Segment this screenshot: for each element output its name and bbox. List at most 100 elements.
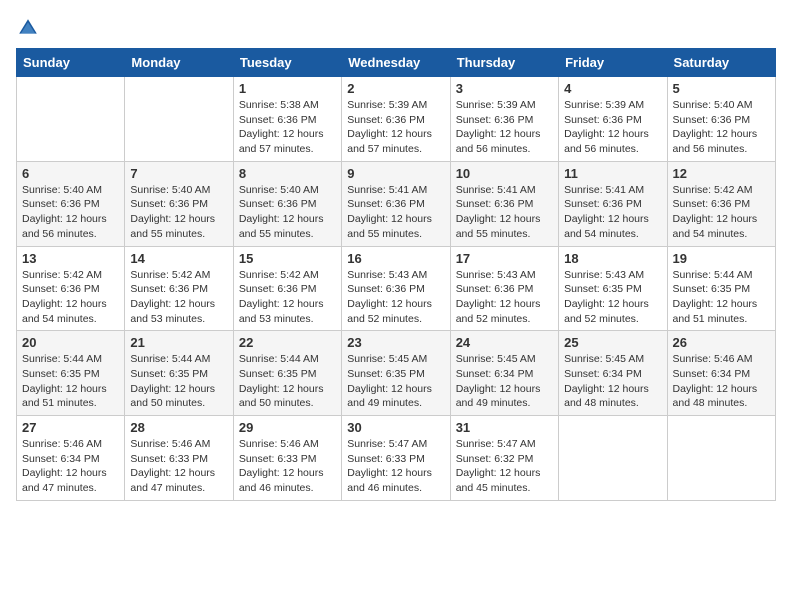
logo (16, 16, 44, 40)
day-number: 13 (22, 251, 119, 266)
day-number: 14 (130, 251, 227, 266)
day-info: Sunrise: 5:40 AMSunset: 6:36 PMDaylight:… (673, 99, 758, 155)
weekday-header-thursday: Thursday (450, 49, 558, 77)
day-info: Sunrise: 5:43 AMSunset: 6:35 PMDaylight:… (564, 269, 649, 325)
weekday-header-sunday: Sunday (17, 49, 125, 77)
calendar-cell: 30 Sunrise: 5:47 AMSunset: 6:33 PMDaylig… (342, 416, 450, 501)
logo-icon (16, 16, 40, 40)
calendar-cell: 6 Sunrise: 5:40 AMSunset: 6:36 PMDayligh… (17, 161, 125, 246)
weekday-header-tuesday: Tuesday (233, 49, 341, 77)
day-number: 19 (673, 251, 770, 266)
day-info: Sunrise: 5:39 AMSunset: 6:36 PMDaylight:… (564, 99, 649, 155)
day-number: 30 (347, 420, 444, 435)
day-info: Sunrise: 5:43 AMSunset: 6:36 PMDaylight:… (456, 269, 541, 325)
day-info: Sunrise: 5:45 AMSunset: 6:35 PMDaylight:… (347, 353, 432, 409)
calendar-cell: 24 Sunrise: 5:45 AMSunset: 6:34 PMDaylig… (450, 331, 558, 416)
weekday-header-wednesday: Wednesday (342, 49, 450, 77)
day-number: 5 (673, 81, 770, 96)
calendar-week-1: 1 Sunrise: 5:38 AMSunset: 6:36 PMDayligh… (17, 77, 776, 162)
day-info: Sunrise: 5:44 AMSunset: 6:35 PMDaylight:… (130, 353, 215, 409)
weekday-header-friday: Friday (559, 49, 667, 77)
day-info: Sunrise: 5:44 AMSunset: 6:35 PMDaylight:… (673, 269, 758, 325)
day-info: Sunrise: 5:47 AMSunset: 6:33 PMDaylight:… (347, 438, 432, 494)
header (16, 16, 776, 40)
day-info: Sunrise: 5:45 AMSunset: 6:34 PMDaylight:… (456, 353, 541, 409)
calendar-cell: 14 Sunrise: 5:42 AMSunset: 6:36 PMDaylig… (125, 246, 233, 331)
calendar-week-4: 20 Sunrise: 5:44 AMSunset: 6:35 PMDaylig… (17, 331, 776, 416)
calendar-cell: 3 Sunrise: 5:39 AMSunset: 6:36 PMDayligh… (450, 77, 558, 162)
day-number: 31 (456, 420, 553, 435)
calendar-cell: 28 Sunrise: 5:46 AMSunset: 6:33 PMDaylig… (125, 416, 233, 501)
calendar-cell (17, 77, 125, 162)
day-info: Sunrise: 5:46 AMSunset: 6:33 PMDaylight:… (130, 438, 215, 494)
day-number: 3 (456, 81, 553, 96)
day-info: Sunrise: 5:42 AMSunset: 6:36 PMDaylight:… (239, 269, 324, 325)
day-number: 1 (239, 81, 336, 96)
calendar-cell: 11 Sunrise: 5:41 AMSunset: 6:36 PMDaylig… (559, 161, 667, 246)
calendar-week-2: 6 Sunrise: 5:40 AMSunset: 6:36 PMDayligh… (17, 161, 776, 246)
calendar-cell: 19 Sunrise: 5:44 AMSunset: 6:35 PMDaylig… (667, 246, 775, 331)
day-number: 26 (673, 335, 770, 350)
weekday-header-monday: Monday (125, 49, 233, 77)
calendar-cell: 17 Sunrise: 5:43 AMSunset: 6:36 PMDaylig… (450, 246, 558, 331)
day-number: 4 (564, 81, 661, 96)
day-info: Sunrise: 5:42 AMSunset: 6:36 PMDaylight:… (130, 269, 215, 325)
day-info: Sunrise: 5:41 AMSunset: 6:36 PMDaylight:… (564, 184, 649, 240)
weekday-header-saturday: Saturday (667, 49, 775, 77)
day-number: 9 (347, 166, 444, 181)
day-info: Sunrise: 5:41 AMSunset: 6:36 PMDaylight:… (456, 184, 541, 240)
calendar-cell: 5 Sunrise: 5:40 AMSunset: 6:36 PMDayligh… (667, 77, 775, 162)
day-info: Sunrise: 5:43 AMSunset: 6:36 PMDaylight:… (347, 269, 432, 325)
calendar-cell: 18 Sunrise: 5:43 AMSunset: 6:35 PMDaylig… (559, 246, 667, 331)
day-info: Sunrise: 5:39 AMSunset: 6:36 PMDaylight:… (347, 99, 432, 155)
calendar-cell: 29 Sunrise: 5:46 AMSunset: 6:33 PMDaylig… (233, 416, 341, 501)
calendar-cell: 31 Sunrise: 5:47 AMSunset: 6:32 PMDaylig… (450, 416, 558, 501)
day-number: 2 (347, 81, 444, 96)
day-info: Sunrise: 5:38 AMSunset: 6:36 PMDaylight:… (239, 99, 324, 155)
calendar-week-5: 27 Sunrise: 5:46 AMSunset: 6:34 PMDaylig… (17, 416, 776, 501)
calendar-cell: 13 Sunrise: 5:42 AMSunset: 6:36 PMDaylig… (17, 246, 125, 331)
calendar-cell: 10 Sunrise: 5:41 AMSunset: 6:36 PMDaylig… (450, 161, 558, 246)
day-number: 28 (130, 420, 227, 435)
day-info: Sunrise: 5:46 AMSunset: 6:34 PMDaylight:… (673, 353, 758, 409)
day-number: 24 (456, 335, 553, 350)
calendar-cell: 23 Sunrise: 5:45 AMSunset: 6:35 PMDaylig… (342, 331, 450, 416)
day-info: Sunrise: 5:39 AMSunset: 6:36 PMDaylight:… (456, 99, 541, 155)
day-number: 6 (22, 166, 119, 181)
day-number: 25 (564, 335, 661, 350)
calendar-cell: 1 Sunrise: 5:38 AMSunset: 6:36 PMDayligh… (233, 77, 341, 162)
calendar-cell: 20 Sunrise: 5:44 AMSunset: 6:35 PMDaylig… (17, 331, 125, 416)
day-number: 15 (239, 251, 336, 266)
calendar-cell: 8 Sunrise: 5:40 AMSunset: 6:36 PMDayligh… (233, 161, 341, 246)
day-number: 16 (347, 251, 444, 266)
day-number: 12 (673, 166, 770, 181)
calendar-cell: 12 Sunrise: 5:42 AMSunset: 6:36 PMDaylig… (667, 161, 775, 246)
calendar-week-3: 13 Sunrise: 5:42 AMSunset: 6:36 PMDaylig… (17, 246, 776, 331)
day-number: 10 (456, 166, 553, 181)
day-number: 22 (239, 335, 336, 350)
calendar-cell: 22 Sunrise: 5:44 AMSunset: 6:35 PMDaylig… (233, 331, 341, 416)
day-info: Sunrise: 5:42 AMSunset: 6:36 PMDaylight:… (673, 184, 758, 240)
calendar-cell: 9 Sunrise: 5:41 AMSunset: 6:36 PMDayligh… (342, 161, 450, 246)
day-number: 23 (347, 335, 444, 350)
day-number: 7 (130, 166, 227, 181)
day-info: Sunrise: 5:41 AMSunset: 6:36 PMDaylight:… (347, 184, 432, 240)
calendar-cell (667, 416, 775, 501)
calendar-cell: 26 Sunrise: 5:46 AMSunset: 6:34 PMDaylig… (667, 331, 775, 416)
calendar-cell (559, 416, 667, 501)
day-number: 20 (22, 335, 119, 350)
day-number: 18 (564, 251, 661, 266)
day-number: 21 (130, 335, 227, 350)
day-info: Sunrise: 5:40 AMSunset: 6:36 PMDaylight:… (130, 184, 215, 240)
day-info: Sunrise: 5:47 AMSunset: 6:32 PMDaylight:… (456, 438, 541, 494)
day-info: Sunrise: 5:44 AMSunset: 6:35 PMDaylight:… (22, 353, 107, 409)
day-number: 29 (239, 420, 336, 435)
day-info: Sunrise: 5:40 AMSunset: 6:36 PMDaylight:… (22, 184, 107, 240)
calendar-cell: 4 Sunrise: 5:39 AMSunset: 6:36 PMDayligh… (559, 77, 667, 162)
calendar-cell: 15 Sunrise: 5:42 AMSunset: 6:36 PMDaylig… (233, 246, 341, 331)
calendar: SundayMondayTuesdayWednesdayThursdayFrid… (16, 48, 776, 501)
day-info: Sunrise: 5:42 AMSunset: 6:36 PMDaylight:… (22, 269, 107, 325)
calendar-cell: 16 Sunrise: 5:43 AMSunset: 6:36 PMDaylig… (342, 246, 450, 331)
calendar-cell: 25 Sunrise: 5:45 AMSunset: 6:34 PMDaylig… (559, 331, 667, 416)
calendar-cell (125, 77, 233, 162)
